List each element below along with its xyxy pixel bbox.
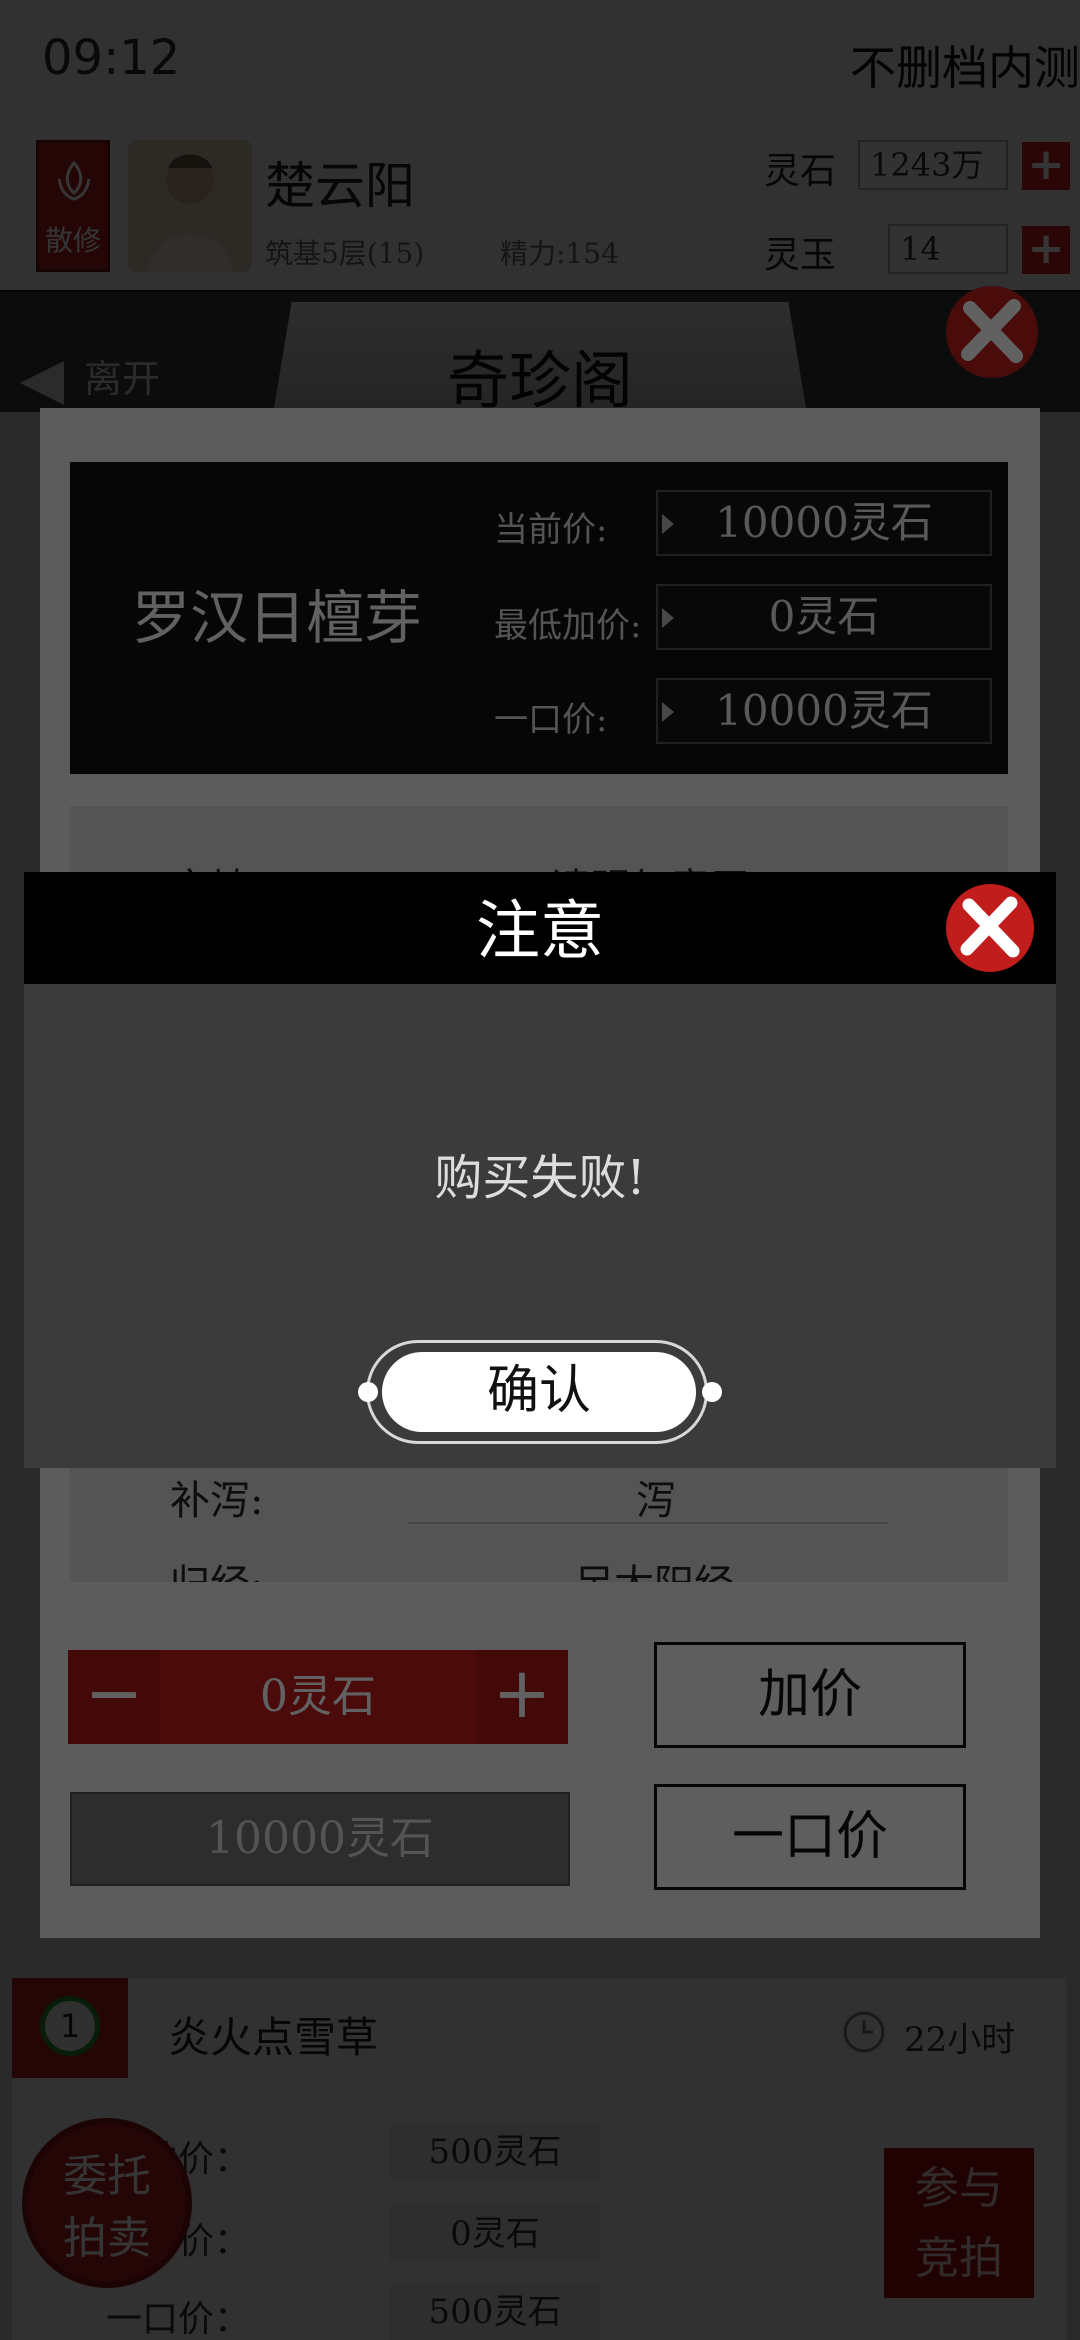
player-stamina: 精力:154 [500, 237, 619, 270]
bid-stepper: − 0灵石 + [68, 1650, 568, 1744]
lotus-icon [57, 160, 91, 201]
player-avatar[interactable] [128, 140, 252, 272]
price-value-min-raise: 0灵石 [656, 584, 992, 650]
resource-value-spirit-jade: 14 [888, 224, 1008, 274]
attr-value: 足太阳经 [574, 1552, 734, 1582]
detail-item-name: 罗汉日檀芽 [70, 462, 484, 774]
close-icon[interactable] [944, 882, 1036, 974]
alert-title: 注意 [476, 895, 604, 969]
list-item-row-value: 0灵石 [390, 2206, 600, 2262]
list-item-name: 炎火点雪草 [168, 2013, 379, 2062]
divider [408, 1522, 888, 1524]
shop-title: 奇珍阁 [446, 344, 633, 417]
price-label-buyout: 一口价: [494, 700, 608, 740]
raise-bid-button[interactable]: 加价 [654, 1642, 966, 1748]
join-auction-button[interactable]: 参与 竞拍 [884, 2148, 1034, 2298]
price-value-buyout: 10000灵石 [656, 678, 992, 744]
confirm-left-dot [358, 1382, 378, 1402]
close-icon[interactable] [944, 284, 1040, 380]
attr-value: 泻 [636, 1478, 676, 1524]
player-level: 筑基5层(15) [265, 237, 425, 270]
player-name: 楚云阳 [265, 157, 415, 215]
list-item-time-left: 22小时 [904, 2020, 1016, 2060]
list-item-index: 1 [40, 1996, 100, 2056]
list-item-row-label: 一口价： [106, 2299, 251, 2340]
decrease-bid-button[interactable]: − [68, 1650, 160, 1744]
leave-button[interactable]: 离开 [20, 348, 160, 405]
buyout-button[interactable]: 一口价 [654, 1784, 966, 1890]
add-spirit-stone-button[interactable]: + [1022, 142, 1070, 190]
resource-value-spirit-stone: 1243万 [858, 140, 1008, 190]
confirm-right-dot [702, 1382, 722, 1402]
resource-label-spirit-stone: 灵石 [764, 151, 837, 192]
buyout-amount: 10000灵石 [70, 1792, 570, 1886]
add-spirit-jade-button[interactable]: + [1022, 226, 1070, 274]
back-arrow-icon [20, 360, 64, 405]
list-item-row-value: 500灵石 [390, 2284, 600, 2340]
price-value-current: 10000灵石 [656, 490, 992, 556]
resource-label-spirit-jade: 灵玉 [764, 235, 837, 276]
price-label-min-raise: 最低加价: [494, 606, 642, 646]
consign-auction-button[interactable]: 委托 拍卖 [22, 2118, 192, 2288]
attr-label: 归经: [170, 1552, 263, 1582]
confirm-button[interactable]: 确认 [382, 1352, 696, 1432]
list-item-row-value: 500灵石 [390, 2124, 600, 2180]
sect-badge-label: 散修 [44, 224, 101, 257]
increase-bid-button[interactable]: + [476, 1650, 568, 1744]
clock: 09:12 [42, 30, 181, 86]
attr-label: 补泻: [170, 1478, 264, 1524]
price-label-current: 当前价: [494, 510, 608, 550]
bid-amount: 0灵石 [160, 1650, 476, 1744]
clock-icon [843, 2011, 885, 2053]
sect-badge[interactable]: 散修 [36, 140, 110, 272]
leave-label: 离开 [84, 357, 161, 401]
build-label: 不删档内测 [850, 41, 1080, 95]
alert-message: 购买失败! [434, 1150, 646, 1206]
